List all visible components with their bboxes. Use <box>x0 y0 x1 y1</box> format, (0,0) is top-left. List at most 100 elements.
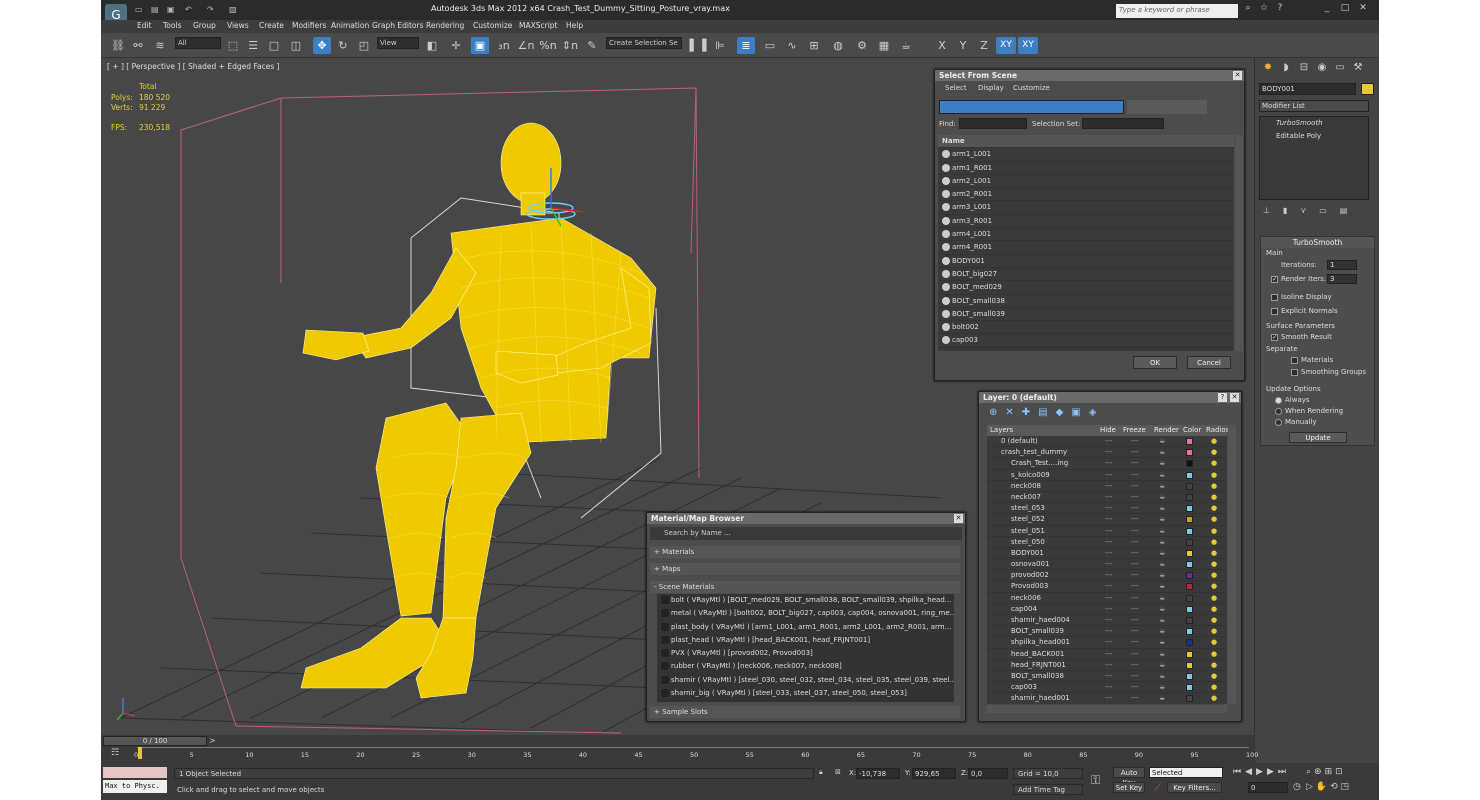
freeze-toggle[interactable]: --- <box>1131 637 1139 648</box>
radiosity-icon[interactable]: ● <box>1211 514 1217 525</box>
viewport-nav-icons[interactable]: ⌕⊕⊞⊡ <box>1306 767 1346 777</box>
render-teapot-icon[interactable]: ☕ <box>1159 447 1165 458</box>
menu-help[interactable]: Help <box>566 21 583 30</box>
radiosity-icon[interactable]: ● <box>1211 447 1217 458</box>
render-teapot-icon[interactable]: ☕ <box>1159 503 1165 514</box>
menu-create[interactable]: Create <box>259 21 284 30</box>
hide-toggle[interactable]: --- <box>1105 626 1113 637</box>
render-teapot-icon[interactable]: ☕ <box>1159 436 1165 447</box>
render-teapot-icon[interactable]: ☕ <box>1159 526 1165 537</box>
scene-object-row[interactable]: BOLT_big027 <box>938 268 1234 282</box>
radiosity-icon[interactable]: ● <box>1211 626 1217 637</box>
open-file-icon[interactable]: ▤ <box>151 5 162 15</box>
layer-row[interactable]: steel_053 --- --- ☕ ● <box>987 503 1227 515</box>
layer-color-swatch[interactable] <box>1186 549 1193 557</box>
hide-toggle[interactable]: --- <box>1105 514 1113 525</box>
hide-toggle[interactable]: --- <box>1105 458 1113 469</box>
freeze-toggle[interactable]: --- <box>1131 514 1139 525</box>
render-setup-icon[interactable]: ⚙ <box>853 37 871 54</box>
radiosity-icon[interactable]: ● <box>1211 503 1217 514</box>
hide-toggle[interactable]: --- <box>1105 548 1113 559</box>
layer-color-swatch[interactable] <box>1186 628 1193 636</box>
layer-row[interactable]: sharnir_haed001 --- --- ☕ ● <box>987 693 1227 704</box>
hide-toggle[interactable]: --- <box>1105 481 1113 492</box>
select-object-icon[interactable]: ⬚ <box>224 37 242 54</box>
layer-manager-icon[interactable]: ≣ <box>737 37 755 54</box>
layer-row[interactable]: cap004 --- --- ☕ ● <box>987 604 1227 615</box>
col-render[interactable]: Render <box>1154 426 1179 434</box>
hide-toggle[interactable]: --- <box>1105 447 1113 458</box>
maps-group[interactable]: + Maps <box>650 563 960 575</box>
render-teapot-icon[interactable]: ☕ <box>1159 548 1165 559</box>
material-row[interactable]: sharnir_big ( VRayMtl ) [steel_033, stee… <box>657 687 954 701</box>
hide-toggle[interactable]: --- <box>1105 604 1113 615</box>
move-icon[interactable]: ✥ <box>313 37 331 54</box>
render-teapot-icon[interactable]: ☕ <box>1159 514 1165 525</box>
material-row[interactable]: plast_head ( VRayMtl ) [head_BACK001, he… <box>657 634 954 648</box>
set-key-button[interactable]: Set Key <box>1113 782 1145 793</box>
manually-radio[interactable] <box>1275 418 1282 426</box>
menu-modifiers[interactable]: Modifiers <box>292 21 326 30</box>
freeze-toggle[interactable]: --- <box>1131 649 1139 660</box>
material-row[interactable]: plast_body ( VRayMtl ) [arm1_L001, arm1_… <box>657 621 954 634</box>
freeze-toggle[interactable]: --- <box>1131 615 1139 626</box>
menu-maxscript[interactable]: MAXScript <box>519 21 558 30</box>
sfs-menu-customize[interactable]: Customize <box>1013 84 1050 92</box>
scene-object-row[interactable]: arm4_L001 <box>938 228 1234 242</box>
select-manipulate-icon[interactable]: ✛ <box>447 37 465 54</box>
find-input[interactable] <box>959 118 1027 129</box>
layer-color-swatch[interactable] <box>1186 505 1193 513</box>
layer-color-swatch[interactable] <box>1186 493 1193 501</box>
freeze-toggle[interactable]: --- <box>1131 458 1139 469</box>
render-teapot-icon[interactable]: ☕ <box>1159 693 1165 704</box>
viewport-label[interactable]: [ + ] [ Perspective ] [ Shaded + Edged F… <box>107 62 280 71</box>
create-tab-icon[interactable]: ✸ <box>1261 62 1275 76</box>
freeze-toggle[interactable]: --- <box>1131 660 1139 671</box>
hide-toggle[interactable]: --- <box>1105 649 1113 660</box>
freeze-toggle[interactable]: --- <box>1131 537 1139 548</box>
layer-color-swatch[interactable] <box>1186 449 1193 457</box>
menu-rendering[interactable]: Rendering <box>426 21 464 30</box>
smoothing-groups-row[interactable]: Smoothing Groups <box>1291 368 1366 376</box>
redo-icon[interactable]: ↷ <box>207 5 218 15</box>
freeze-toggle[interactable]: --- <box>1131 593 1139 604</box>
key-mode-dropdown[interactable]: Selected <box>1149 767 1223 778</box>
sample-slots-group[interactable]: + Sample Slots <box>650 706 960 718</box>
hide-toggle[interactable]: --- <box>1105 470 1113 481</box>
scene-object-row[interactable]: arm2_L001 <box>938 175 1234 189</box>
hide-toggle[interactable]: --- <box>1105 671 1113 682</box>
update-button[interactable]: Update <box>1289 432 1347 443</box>
freeze-toggle[interactable]: --- <box>1131 526 1139 537</box>
maxscript-listener-top[interactable] <box>103 767 167 778</box>
edit-named-selection-icon[interactable]: ✎ <box>583 37 601 54</box>
menu-edit[interactable]: Edit <box>137 21 152 30</box>
time-cursor[interactable] <box>138 747 142 759</box>
scene-object-row[interactable]: bolt002 <box>938 321 1234 335</box>
col-layers[interactable]: Layers <box>990 426 1013 434</box>
render-teapot-icon[interactable]: ☕ <box>1159 637 1165 648</box>
freeze-toggle[interactable]: --- <box>1131 626 1139 637</box>
smoothing-groups-checkbox[interactable] <box>1291 368 1298 376</box>
radiosity-icon[interactable]: ● <box>1211 682 1217 693</box>
layer-row[interactable]: provod002 --- --- ☕ ● <box>987 570 1227 582</box>
menu-views[interactable]: Views <box>227 21 249 30</box>
y-coordinate-field[interactable]: 929,65 <box>912 768 956 779</box>
object-color-swatch[interactable] <box>1361 83 1374 95</box>
layer-color-swatch[interactable] <box>1186 684 1193 692</box>
radiosity-icon[interactable]: ● <box>1211 570 1217 581</box>
scene-object-row[interactable]: arm3_R001 <box>938 215 1234 229</box>
named-selection-sets-dropdown[interactable]: Create Selection Se <box>606 37 682 49</box>
sfs-toolbar-icons[interactable] <box>1127 100 1207 114</box>
new-file-icon[interactable]: ▭ <box>135 5 146 15</box>
key-filters-button[interactable]: Key Filters... <box>1167 782 1222 793</box>
layer-row[interactable]: shpilka_head001 --- --- ☕ ● <box>987 637 1227 649</box>
always-radio[interactable] <box>1275 396 1282 404</box>
align-icon[interactable]: ⊫ <box>711 37 729 54</box>
name-column-header[interactable]: Name <box>938 135 1234 149</box>
layer-row[interactable]: steel_052 --- --- ☕ ● <box>987 514 1227 526</box>
isoline-checkbox[interactable] <box>1271 293 1278 301</box>
layer-color-swatch[interactable] <box>1186 438 1193 445</box>
radiosity-icon[interactable]: ● <box>1211 537 1217 548</box>
material-editor-icon[interactable]: ◍ <box>829 37 847 54</box>
layer-color-swatch[interactable] <box>1186 617 1193 624</box>
